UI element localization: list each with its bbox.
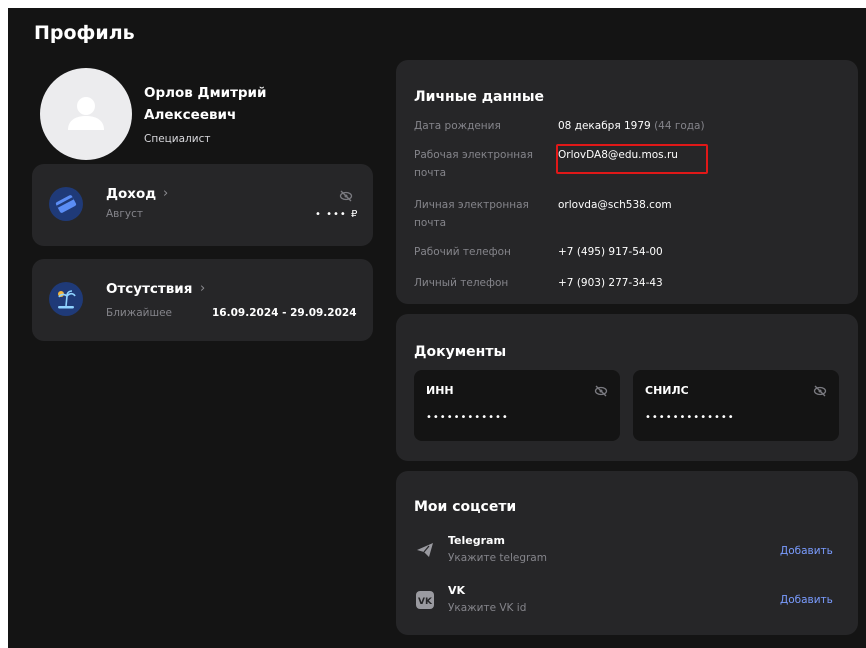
chevron-right-icon: › (200, 281, 206, 296)
page-title: Профиль (34, 22, 135, 44)
profile-name: Орлов Дмитрий Алексеевич (144, 85, 267, 123)
social-hint-vk: Укажите VK id (448, 602, 527, 614)
add-vk-link[interactable]: Добавить (780, 594, 833, 606)
absence-label: Ближайшее (106, 307, 172, 319)
doc-value-inn: •••••••••••• (426, 412, 509, 423)
birthdate: 08 декабря 1979 (558, 120, 651, 132)
telegram-icon (417, 543, 433, 557)
income-amount: • ••• ₽ (315, 209, 359, 220)
work-email-highlight (556, 144, 708, 174)
label-birthdate: Дата рождения (414, 120, 501, 132)
profile-screen: Профиль Орлов Дмитрий Алексеевич Специал… (8, 8, 866, 648)
social-name-telegram: Telegram (448, 534, 505, 547)
absence-range: 16.09.2024 - 29.09.2024 (212, 307, 357, 319)
hidden-eye-icon[interactable] (813, 384, 827, 398)
age: (44 года) (654, 120, 705, 132)
absence-card[interactable]: Отсутствия › Ближайшее 16.09.2024 - 29.0… (32, 259, 373, 341)
avatar[interactable] (40, 68, 132, 160)
chevron-right-icon: › (163, 186, 169, 201)
hidden-eye-icon[interactable] (594, 384, 608, 398)
value-work-phone[interactable]: +7 (495) 917-54-00 (558, 243, 663, 261)
profile-role: Специалист (144, 133, 211, 145)
hidden-eye-icon[interactable] (339, 189, 353, 203)
value-personal-email[interactable]: orlovda@sch538.com (558, 196, 672, 214)
card-icon (49, 187, 83, 221)
label-personal-phone: Личный телефон (414, 277, 509, 289)
personal-data-title: Личные данные (414, 89, 545, 105)
doc-label-inn: ИНН (426, 384, 454, 397)
label-work-email: Рабочая электронная почта (414, 149, 533, 179)
income-card[interactable]: Доход › Август • ••• ₽ (32, 164, 373, 246)
documents-title: Документы (414, 344, 507, 360)
value-birthdate: 08 декабря 1979 (44 года) (558, 117, 705, 135)
income-period: Август (106, 208, 143, 220)
svg-text:VK: VK (418, 597, 433, 607)
vacation-palm-icon (49, 282, 83, 316)
doc-label-snils: СНИЛС (645, 384, 689, 397)
doc-card-inn[interactable]: ИНН •••••••••••• (414, 370, 620, 441)
label-personal-email: Личная электронная почта (414, 199, 529, 229)
social-title: Мои соцсети (414, 499, 517, 515)
personal-data-card: Личные данные Дата рождения 08 декабря 1… (396, 60, 858, 304)
social-hint-telegram: Укажите telegram (448, 552, 547, 564)
value-personal-phone[interactable]: +7 (903) 277-34-43 (558, 274, 663, 292)
user-silhouette-icon (68, 97, 104, 130)
social-card: Мои соцсети Telegram Укажите telegram До… (396, 471, 858, 635)
label-work-phone: Рабочий телефон (414, 246, 511, 258)
doc-value-snils: ••••••••••••• (645, 412, 735, 423)
absence-title: Отсутствия (106, 281, 193, 297)
add-telegram-link[interactable]: Добавить (780, 545, 833, 557)
documents-card: Документы ИНН •••••••••••• СНИЛС •••••••… (396, 314, 858, 461)
income-title: Доход (106, 186, 157, 202)
doc-card-snils[interactable]: СНИЛС ••••••••••••• (633, 370, 839, 441)
social-name-vk: VK (448, 584, 466, 597)
vk-icon: VK (416, 591, 434, 609)
